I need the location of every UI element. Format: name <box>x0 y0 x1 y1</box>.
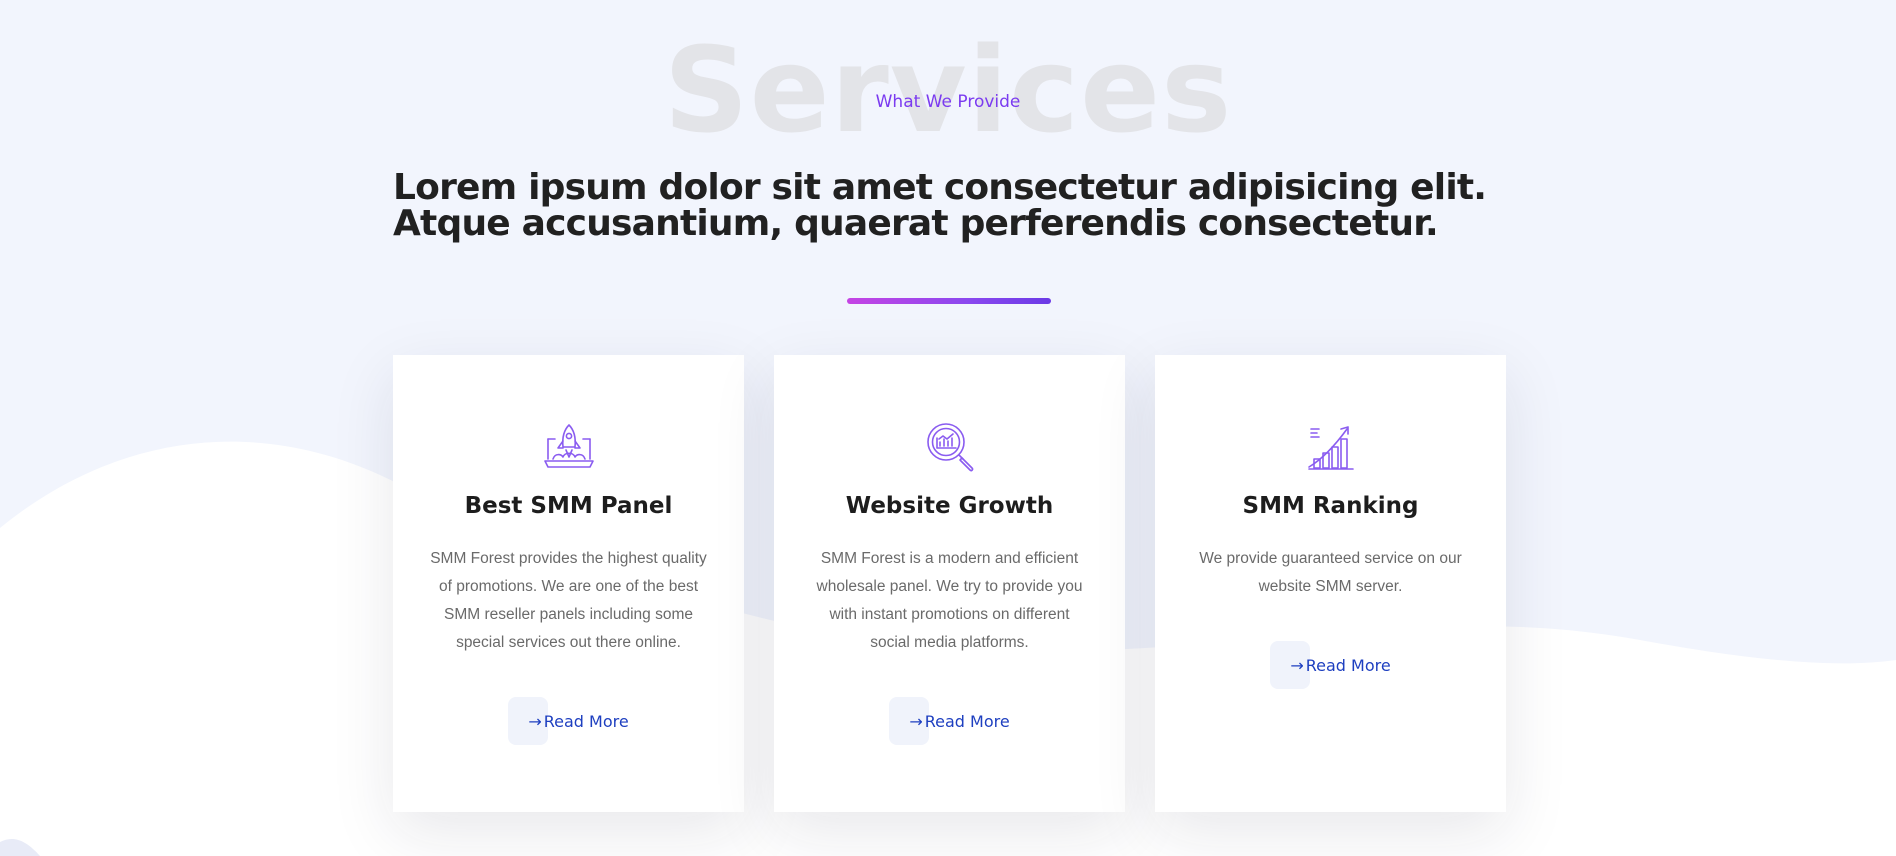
gradient-divider <box>847 298 1051 304</box>
read-more-label: Read More <box>924 711 1010 731</box>
arrow-right-icon: → <box>1290 655 1304 675</box>
services-watermark: Services <box>663 21 1233 159</box>
card-title: SMM Ranking <box>1242 493 1419 519</box>
growth-chart-icon <box>1155 421 1506 473</box>
service-card-best-smm-panel: Best SMM Panel SMM Forest provides the h… <box>393 355 744 812</box>
read-more-label: Read More <box>1305 655 1391 675</box>
read-more-button[interactable]: → Read More <box>1155 641 1506 689</box>
headline-line-1: Lorem ipsum dolor sit amet consectetur a… <box>393 167 1487 208</box>
magnifier-chart-icon <box>774 421 1125 473</box>
read-more-button[interactable]: → Read More <box>774 697 1125 745</box>
section-eyebrow: What We Provide <box>875 92 1021 112</box>
arrow-right-icon: → <box>528 711 542 731</box>
service-card-smm-ranking: SMM Ranking We provide guaranteed servic… <box>1155 355 1506 812</box>
card-description: SMM Forest is a modern and efficient who… <box>816 550 1083 651</box>
rocket-launch-icon <box>393 421 744 473</box>
section-headline: Lorem ipsum dolor sit amet consectetur a… <box>393 170 1533 242</box>
card-description: SMM Forest provides the highest quality … <box>430 550 707 651</box>
read-more-label: Read More <box>543 711 629 731</box>
headline-line-2: Atque accusantium, quaerat perferendis c… <box>393 203 1439 244</box>
card-description: We provide guaranteed service on our web… <box>1199 550 1462 595</box>
service-card-website-growth: Website Growth SMM Forest is a modern an… <box>774 355 1125 812</box>
arrow-right-icon: → <box>909 711 923 731</box>
service-cards: Best SMM Panel SMM Forest provides the h… <box>393 355 1506 812</box>
card-title: Website Growth <box>845 493 1054 519</box>
card-title: Best SMM Panel <box>464 493 673 519</box>
read-more-button[interactable]: → Read More <box>393 697 744 745</box>
